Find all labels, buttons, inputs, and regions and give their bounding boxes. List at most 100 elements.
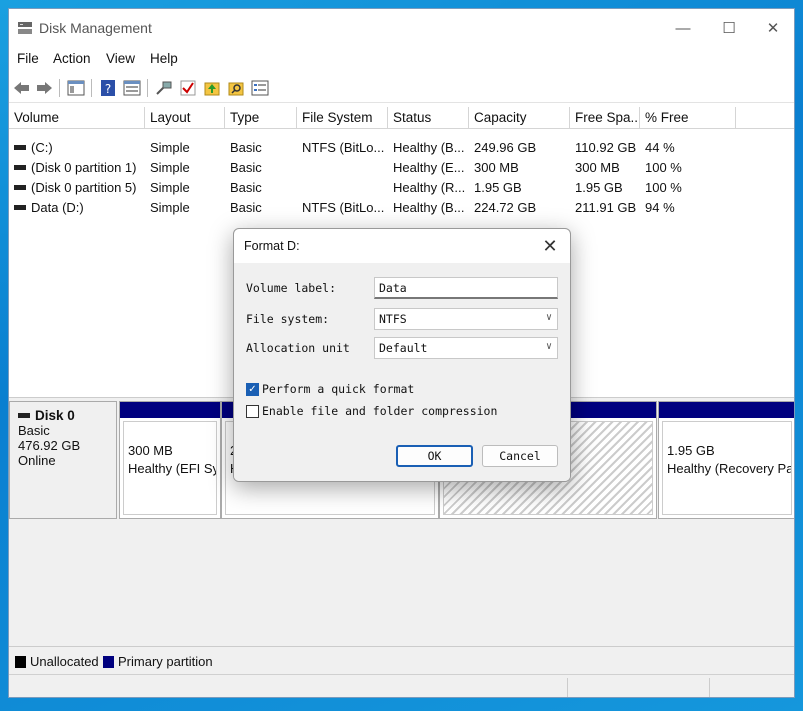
column-header-percent-free[interactable]: % Free [640, 107, 736, 129]
cell-layout: Simple [150, 200, 190, 215]
cell-volume: Data (D:) [31, 200, 84, 215]
toolbar-separator [59, 79, 60, 97]
unallocated-swatch [15, 656, 26, 668]
disk-status: Online [18, 453, 56, 468]
quick-format-label: Perform a quick format [262, 382, 415, 396]
column-header-volume[interactable]: Volume [9, 107, 145, 129]
cell-status: Healthy (B... [393, 140, 465, 155]
disk-name: Disk 0 [35, 408, 75, 423]
minimize-button[interactable]: — [660, 9, 706, 47]
cancel-button[interactable]: Cancel [482, 445, 558, 467]
cell-volume: (Disk 0 partition 5) [31, 180, 137, 195]
forward-arrow-icon[interactable] [35, 79, 53, 97]
properties-icon[interactable] [123, 79, 141, 97]
list-view-icon[interactable] [251, 79, 269, 97]
cell-type: Basic [230, 160, 262, 175]
partition-efi[interactable]: 300 MB Healthy (EFI Sys [119, 401, 221, 519]
cell-percent-free: 44 % [645, 140, 675, 155]
compression-label: Enable file and folder compression [262, 404, 498, 418]
cell-capacity: 224.72 GB [474, 200, 537, 215]
allocation-unit-value: Default [379, 341, 428, 355]
back-arrow-icon[interactable] [13, 79, 31, 97]
cell-status: Healthy (B... [393, 200, 465, 215]
cell-capacity: 1.95 GB [474, 180, 522, 195]
menu-help[interactable]: Help [150, 51, 178, 66]
cell-file-system: NTFS (BitLo... [302, 140, 385, 155]
cell-free-space: 1.95 GB [575, 180, 623, 195]
console-tree-icon[interactable] [67, 79, 85, 97]
folder-up-icon[interactable] [203, 79, 221, 97]
legend-primary-partition: Primary partition [118, 654, 213, 669]
cell-volume: (Disk 0 partition 1) [31, 160, 137, 175]
cell-type: Basic [230, 200, 262, 215]
file-system-select[interactable]: NTFS ∨ [374, 308, 558, 330]
chevron-down-icon: ∨ [545, 341, 552, 352]
dialog-title: Format D: [244, 239, 300, 253]
connect-icon[interactable] [155, 79, 173, 97]
close-button[interactable]: ✕ [750, 9, 794, 47]
column-header-layout[interactable]: Layout [145, 107, 225, 129]
cell-percent-free: 100 % [645, 180, 682, 195]
column-header-capacity[interactable]: Capacity [469, 107, 570, 129]
search-folder-icon[interactable] [227, 79, 245, 97]
volume-label-label: Volume label: [246, 281, 337, 295]
toolbar-separator [91, 79, 92, 97]
cell-capacity: 300 MB [474, 160, 519, 175]
quick-format-checkbox[interactable]: ✓ [246, 382, 259, 396]
chevron-down-icon: ∨ [545, 312, 552, 323]
disk-0-label[interactable]: Disk 0 Basic 476.92 GB Online [9, 401, 117, 519]
toolbar: ? [9, 73, 794, 103]
cell-status: Healthy (R... [393, 180, 466, 195]
cell-layout: Simple [150, 160, 190, 175]
column-header-type[interactable]: Type [225, 107, 297, 129]
format-dialog: Format D: ✕ Volume label: Data File syst… [233, 228, 571, 482]
legend: Unallocated Primary partition [9, 646, 794, 674]
cell-free-space: 211.91 GB [575, 200, 637, 215]
drive-icon [14, 165, 26, 170]
column-header-status[interactable]: Status [388, 107, 469, 129]
svg-text:?: ? [105, 82, 111, 96]
legend-unallocated: Unallocated [30, 654, 99, 669]
drive-icon [14, 145, 26, 150]
file-system-label: File system: [246, 312, 330, 326]
primary-partition-swatch [103, 656, 114, 668]
cell-free-space: 110.92 GB [575, 140, 637, 155]
cell-volume: (C:) [31, 140, 53, 155]
primary-partition-bar [120, 402, 220, 418]
menu-file[interactable]: File [17, 51, 39, 66]
drive-icon [14, 205, 26, 210]
partition-recovery[interactable]: 1.95 GB Healthy (Recovery Par [658, 401, 794, 519]
dialog-close-button[interactable]: ✕ [540, 237, 560, 257]
menu-action[interactable]: Action [53, 51, 91, 66]
compression-option[interactable]: Enable file and folder compression [246, 403, 497, 419]
partition-status: Healthy (EFI Sys [128, 461, 217, 476]
toolbar-separator [147, 79, 148, 97]
check-icon[interactable] [179, 79, 197, 97]
disk-type: Basic [18, 423, 50, 438]
menu-view[interactable]: View [106, 51, 135, 66]
cell-file-system [297, 180, 388, 200]
cell-percent-free: 94 % [645, 200, 675, 215]
quick-format-option[interactable]: ✓ Perform a quick format [246, 381, 414, 397]
menu-bar: File Action View Help [9, 47, 794, 71]
cell-percent-free: 100 % [645, 160, 682, 175]
column-header-file-system[interactable]: File System [297, 107, 388, 129]
status-bar [9, 674, 794, 697]
volume-label-input[interactable]: Data [374, 277, 558, 299]
help-icon[interactable]: ? [99, 79, 117, 97]
partition-size: 300 MB [128, 443, 173, 458]
column-header-free-space[interactable]: Free Spa... [570, 107, 640, 129]
cell-type: Basic [230, 140, 262, 155]
title-bar: Disk Management — ☐ ✕ [9, 9, 794, 47]
file-system-value: NTFS [379, 312, 407, 326]
status-divider [709, 678, 710, 697]
compression-checkbox[interactable] [246, 404, 259, 418]
disk-management-app-icon [17, 21, 33, 35]
ok-button[interactable]: OK [396, 445, 473, 467]
cell-capacity: 249.96 GB [474, 140, 537, 155]
dialog-body: Volume label: Data File system: NTFS ∨ A… [234, 263, 570, 481]
cell-layout: Simple [150, 140, 190, 155]
allocation-unit-select[interactable]: Default ∨ [374, 337, 558, 359]
cell-type: Basic [230, 180, 262, 195]
maximize-button[interactable]: ☐ [706, 9, 752, 47]
